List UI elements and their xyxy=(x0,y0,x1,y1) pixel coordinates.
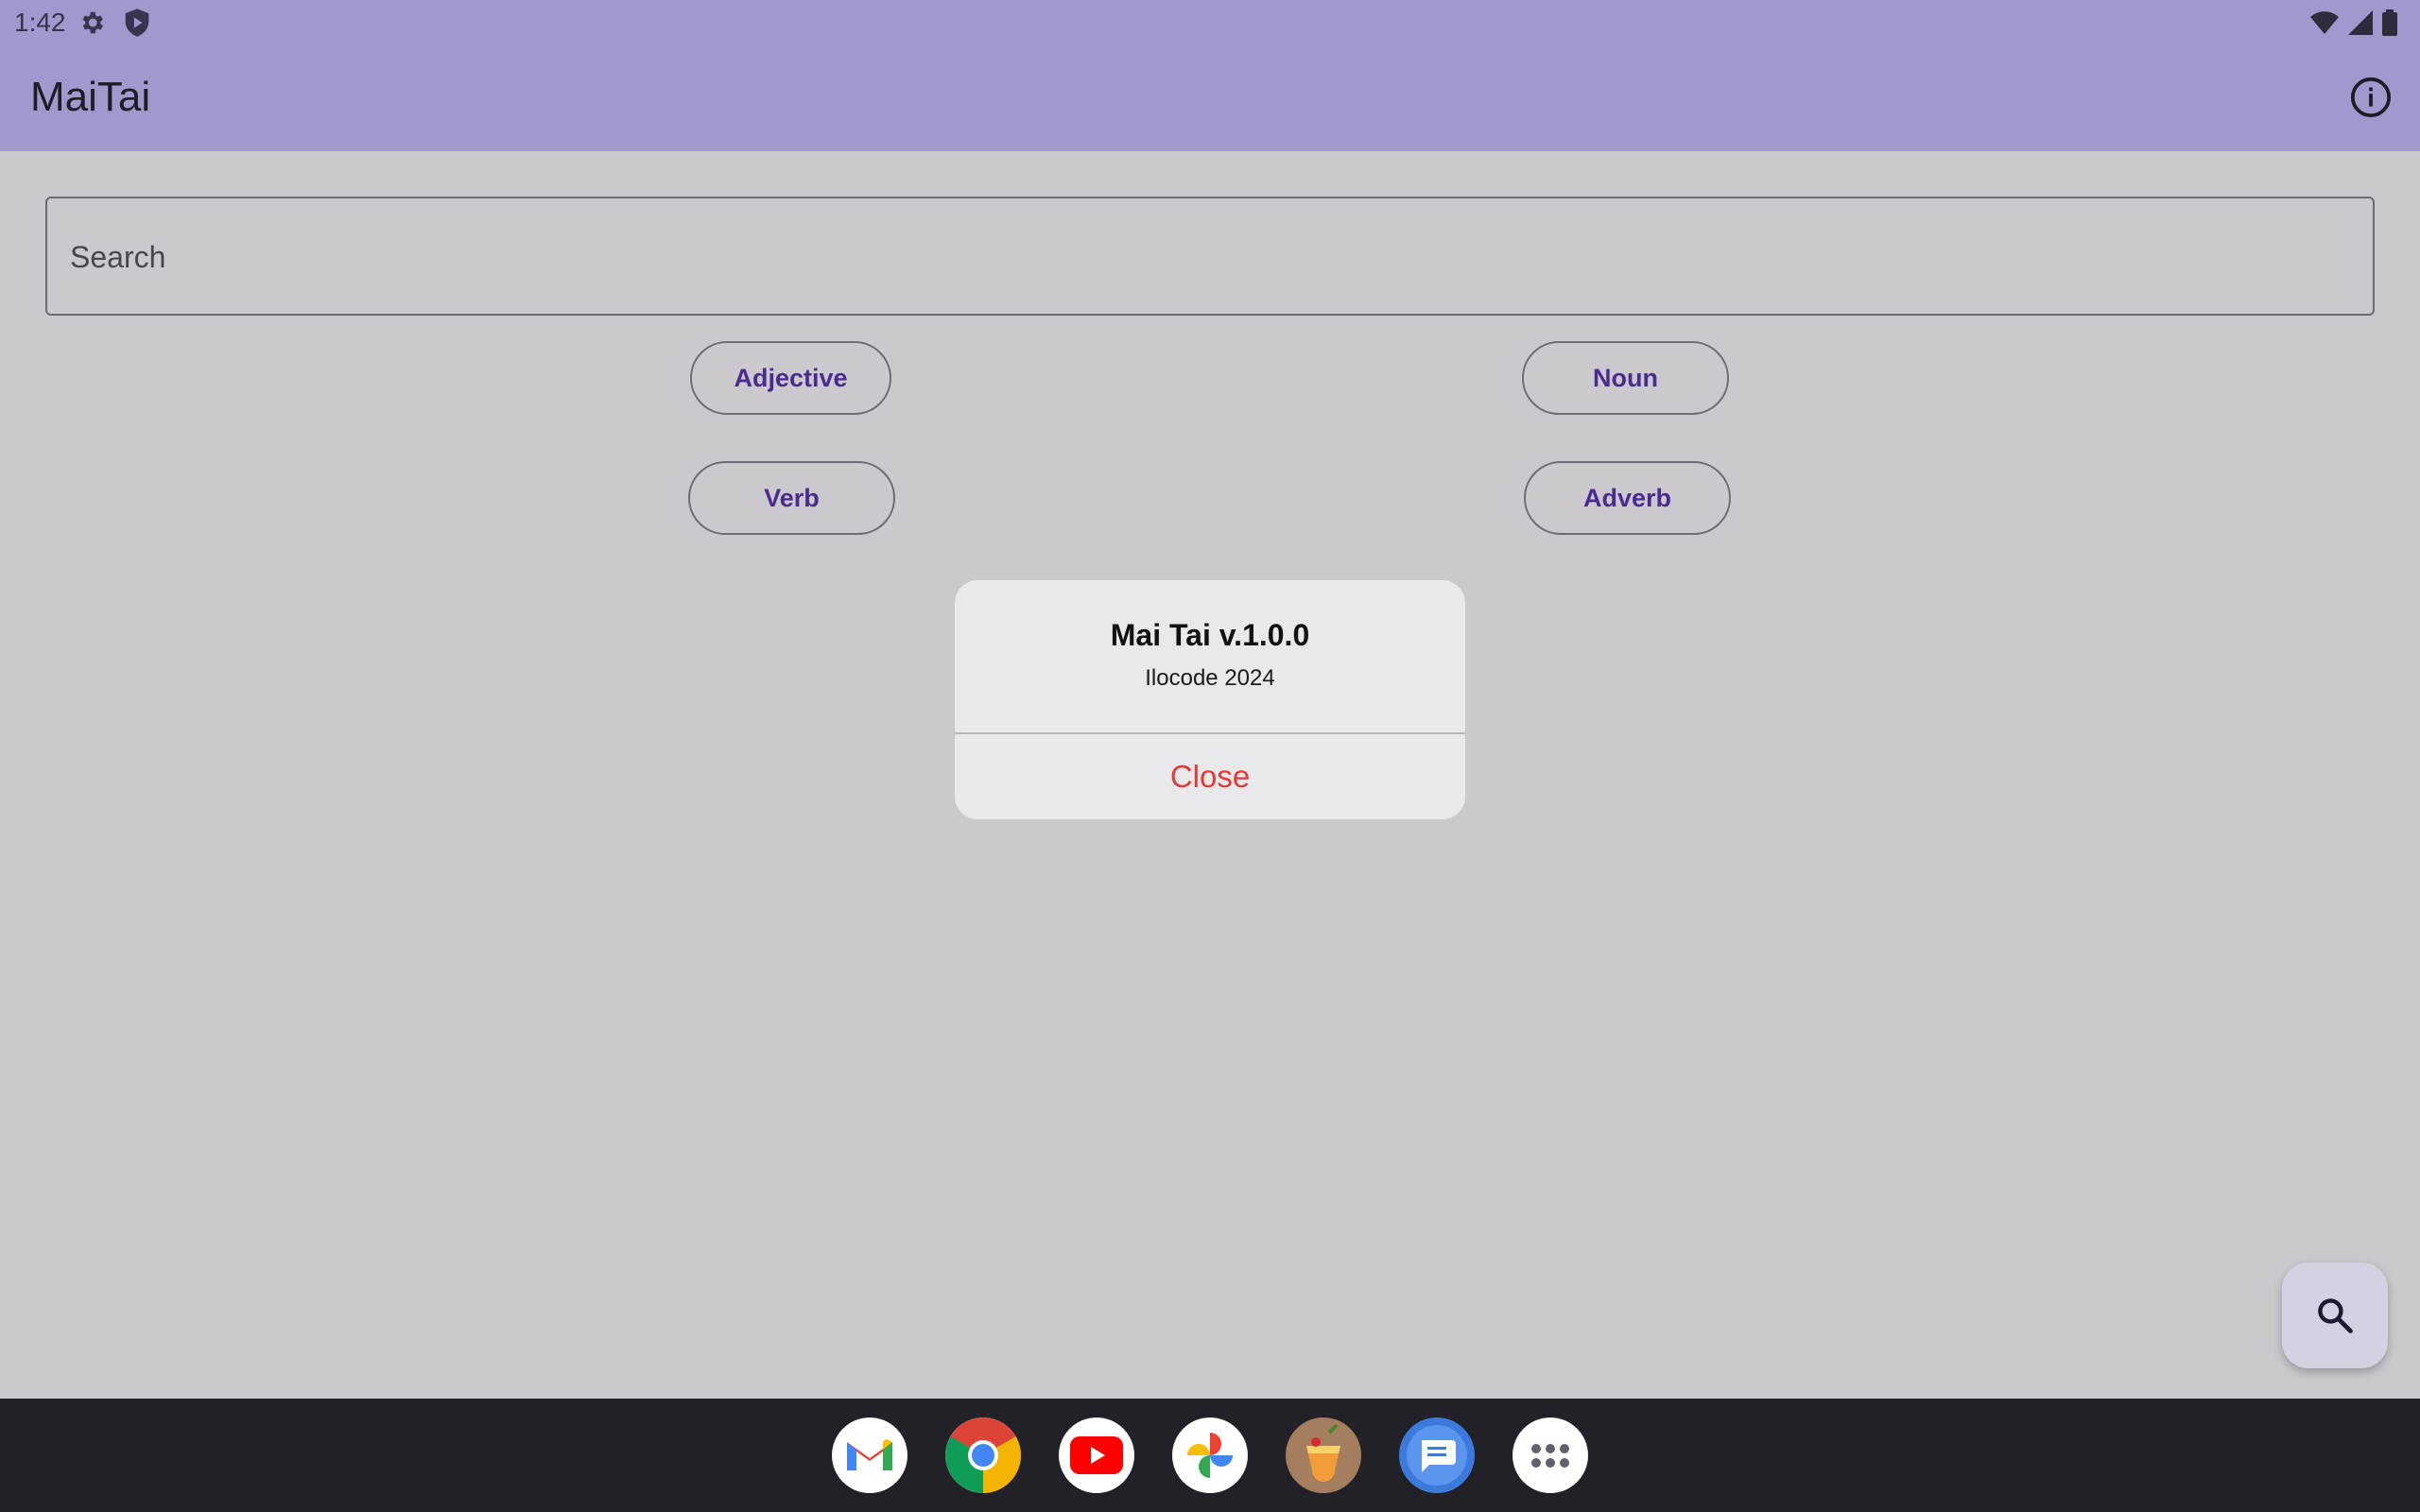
shield-play-icon xyxy=(125,9,149,37)
gmail-icon[interactable] xyxy=(832,1418,908,1493)
youtube-icon[interactable] xyxy=(1059,1418,1134,1493)
wifi-icon xyxy=(2310,11,2339,34)
app-drawer-icon[interactable] xyxy=(1512,1418,1588,1493)
verb-chip[interactable]: Verb xyxy=(688,461,895,535)
battery-icon xyxy=(2382,9,2397,36)
search-fab[interactable] xyxy=(2282,1263,2388,1368)
cell-signal-icon xyxy=(2348,10,2373,35)
messages-icon[interactable] xyxy=(1399,1418,1475,1493)
about-dialog: Mai Tai v.1.0.0 Ilocode 2024 Close xyxy=(955,580,1465,819)
status-bar: 1:42 xyxy=(0,0,2420,45)
search-input[interactable] xyxy=(68,198,2341,316)
info-icon[interactable] xyxy=(2349,76,2393,119)
gear-icon xyxy=(82,11,103,34)
chip-label: Noun xyxy=(1593,363,1658,392)
dialog-title: Mai Tai v.1.0.0 xyxy=(1110,618,1310,652)
status-time: 1:42 xyxy=(14,8,66,37)
search-icon xyxy=(2318,1298,2353,1333)
app-title: MaiTai xyxy=(30,74,151,120)
status-icons-right xyxy=(2310,9,2397,36)
maitai-app-icon[interactable] xyxy=(1286,1418,1361,1493)
noun-chip[interactable]: Noun xyxy=(1522,341,1729,415)
chrome-icon[interactable] xyxy=(945,1418,1021,1493)
taskbar xyxy=(0,1399,2420,1512)
close-button[interactable]: Close xyxy=(955,734,1465,819)
photos-icon[interactable] xyxy=(1172,1418,1248,1493)
adverb-chip[interactable]: Adverb xyxy=(1524,461,1731,535)
adjective-chip[interactable]: Adjective xyxy=(690,341,891,415)
chip-label: Adjective xyxy=(734,363,848,392)
chip-label: Adverb xyxy=(1582,483,1672,512)
app-bar: MaiTai xyxy=(0,45,2420,151)
dialog-subtitle: Ilocode 2024 xyxy=(1145,665,1275,691)
chip-label: Verb xyxy=(764,483,820,512)
search-field[interactable] xyxy=(45,197,2375,316)
